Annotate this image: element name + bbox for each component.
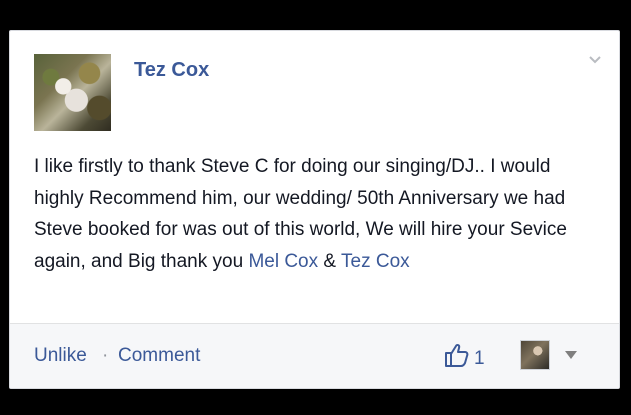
ampersand-text: &: [318, 250, 342, 272]
mention-mel-cox[interactable]: Mel Cox: [248, 251, 318, 272]
comment-link[interactable]: Comment: [118, 345, 200, 367]
post-body-text: I like firstly to thank Steve C for doin…: [34, 151, 599, 277]
mention-tez-cox[interactable]: Tez Cox: [341, 251, 410, 272]
facebook-post-card: Tez Cox I like firstly to thank Steve C …: [9, 30, 620, 389]
like-count[interactable]: 1: [474, 348, 485, 370]
caret-down-icon[interactable]: [565, 351, 577, 359]
chevron-down-icon[interactable]: [589, 53, 601, 65]
profile-photo[interactable]: [34, 54, 111, 131]
commenter-avatar[interactable]: [520, 340, 550, 370]
post-author-name[interactable]: Tez Cox: [134, 59, 209, 82]
post-actions-footer: Unlike · Comment 1: [10, 323, 619, 388]
separator-dot: ·: [102, 345, 109, 366]
screenshot-frame: Tez Cox I like firstly to thank Steve C …: [0, 0, 631, 415]
unlike-link[interactable]: Unlike: [34, 345, 87, 367]
thumbs-up-icon[interactable]: [443, 342, 469, 368]
